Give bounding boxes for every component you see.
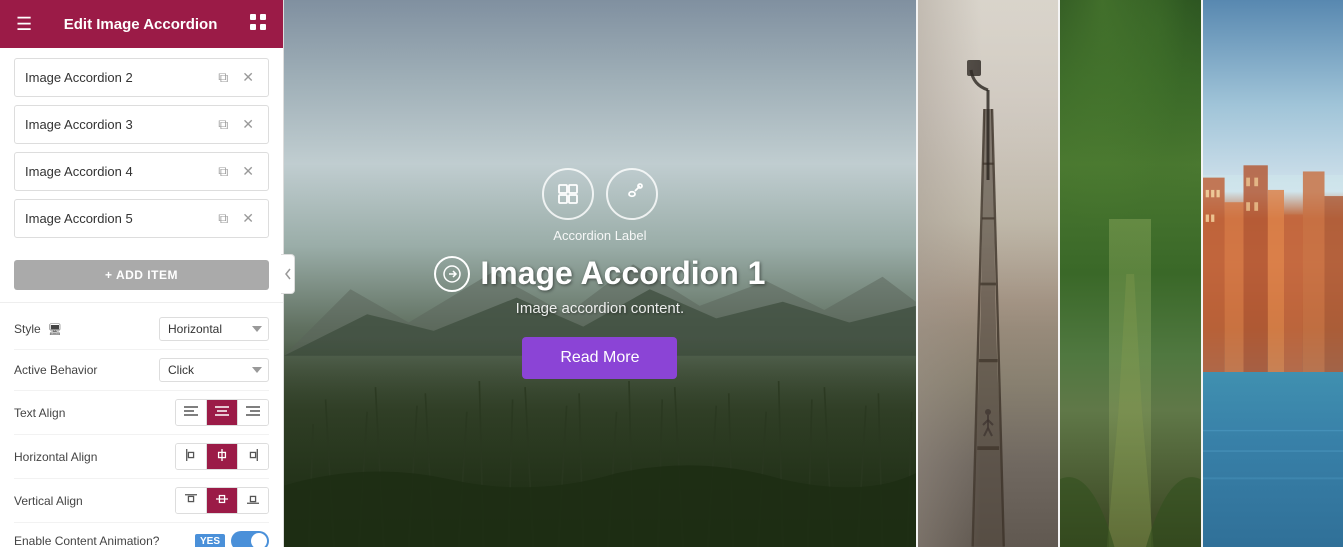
text-align-group (175, 399, 269, 426)
v-align-top-btn[interactable] (176, 488, 207, 513)
copy-btn-1[interactable]: ⧉ (214, 67, 232, 88)
v-align-bottom-btn[interactable] (238, 488, 268, 513)
panel1-content: Accordion Label Image Accordion 1 Image … (284, 0, 916, 547)
preview-panel: Accordion Label Image Accordion 1 Image … (284, 0, 1343, 547)
horizontal-align-control (175, 443, 269, 470)
left-panel: ☰ Edit Image Accordion Image Accordion 2… (0, 0, 284, 547)
accordion-item-actions-4: ⧉ ✕ (214, 208, 258, 229)
copy-btn-3[interactable]: ⧉ (214, 161, 232, 182)
animation-toggle[interactable] (231, 531, 269, 547)
horizontal-align-label: Horizontal Align (14, 450, 175, 464)
accordion-item-actions-2: ⧉ ✕ (214, 114, 258, 135)
delete-btn-4[interactable]: ✕ (238, 208, 258, 229)
style-select[interactable]: Horizontal Vertical (159, 317, 269, 341)
panel1-icon-label: Accordion Label (553, 228, 646, 243)
delete-btn-2[interactable]: ✕ (238, 114, 258, 135)
panel1-icons-row (542, 168, 658, 220)
accordion-panel-1[interactable]: Accordion Label Image Accordion 1 Image … (284, 0, 916, 547)
vertical-align-group (175, 487, 269, 514)
accordion-item-3[interactable]: Image Accordion 4 ⧉ ✕ (14, 152, 269, 191)
panel-title: Edit Image Accordion (64, 16, 218, 33)
panel1-description: Image accordion content. (516, 300, 684, 317)
accordion-panel-3[interactable] (1058, 0, 1200, 547)
panel4-buildings-svg (1203, 153, 1343, 399)
grid-icon[interactable] (249, 13, 267, 36)
accordion-item-label-2: Image Accordion 3 (25, 117, 214, 132)
delete-btn-3[interactable]: ✕ (238, 161, 258, 182)
animation-control: YES (195, 531, 269, 547)
accordion-item-label-4: Image Accordion 5 (25, 211, 214, 226)
panel1-icon-1[interactable] (542, 168, 594, 220)
accordion-item-actions-3: ⧉ ✕ (214, 161, 258, 182)
active-behavior-control: Click Hover (159, 358, 269, 382)
accordion-item-label-3: Image Accordion 4 (25, 164, 214, 179)
panel2-figure-svg (978, 408, 998, 438)
panel1-icon-2[interactable] (606, 168, 658, 220)
panel1-title-row: Image Accordion 1 (434, 255, 765, 292)
delete-btn-1[interactable]: ✕ (238, 67, 258, 88)
accordion-panels: Accordion Label Image Accordion 1 Image … (284, 0, 1343, 547)
accordion-list: Image Accordion 2 ⧉ ✕ Image Accordion 3 … (0, 48, 283, 256)
h-align-center-btn[interactable] (207, 444, 238, 469)
panel4-water-lines (1203, 410, 1343, 519)
horizontal-align-group (175, 443, 269, 470)
copy-btn-4[interactable]: ⧉ (214, 208, 232, 229)
panel1-arrow-icon[interactable] (434, 256, 470, 292)
horizontal-align-row: Horizontal Align (14, 435, 269, 479)
vertical-align-label: Vertical Align (14, 494, 175, 508)
accordion-panel-2[interactable] (916, 0, 1058, 547)
active-behavior-row: Active Behavior Click Hover (14, 350, 269, 391)
text-align-row: Text Align (14, 391, 269, 435)
panel-header: ☰ Edit Image Accordion (0, 0, 283, 48)
accordion-item-label-1: Image Accordion 2 (25, 70, 214, 85)
h-align-right-btn[interactable] (238, 444, 268, 469)
read-more-button[interactable]: Read More (522, 337, 677, 379)
collapse-handle[interactable] (281, 254, 295, 294)
text-align-label: Text Align (14, 406, 175, 420)
toggle-knob (251, 533, 267, 547)
panel4-sky (1203, 0, 1343, 175)
accordion-item-2[interactable]: Image Accordion 3 ⧉ ✕ (14, 105, 269, 144)
animation-label: Enable Content Animation? (14, 534, 195, 547)
accordion-panel-4[interactable] (1201, 0, 1343, 547)
style-label: Style 🖥 (14, 322, 159, 336)
toggle-yes-label: YES (195, 534, 225, 547)
accordion-item-1[interactable]: Image Accordion 2 ⧉ ✕ (14, 58, 269, 97)
accordion-item-4[interactable]: Image Accordion 5 ⧉ ✕ (14, 199, 269, 238)
text-align-control (175, 399, 269, 426)
vertical-align-control (175, 487, 269, 514)
accordion-item-actions-1: ⧉ ✕ (214, 67, 258, 88)
h-align-left-btn[interactable] (176, 444, 207, 469)
text-align-right-btn[interactable] (238, 400, 268, 425)
panel1-title: Image Accordion 1 (480, 255, 765, 292)
active-behavior-label: Active Behavior (14, 363, 159, 377)
style-control: Horizontal Vertical (159, 317, 269, 341)
hamburger-icon[interactable]: ☰ (16, 14, 32, 35)
settings-section: Style 🖥 Horizontal Vertical Active Behav… (0, 302, 283, 547)
text-align-left-btn[interactable] (176, 400, 207, 425)
panel3-path-svg (1060, 274, 1200, 547)
monitor-icon: 🖥 (48, 324, 62, 336)
active-behavior-select[interactable]: Click Hover (159, 358, 269, 382)
panel2-wall (918, 0, 981, 547)
v-align-middle-btn[interactable] (207, 488, 238, 513)
animation-row: Enable Content Animation? YES (14, 523, 269, 547)
copy-btn-2[interactable]: ⧉ (214, 114, 232, 135)
style-setting-row: Style 🖥 Horizontal Vertical (14, 309, 269, 350)
vertical-align-row: Vertical Align (14, 479, 269, 523)
text-align-center-btn[interactable] (207, 400, 238, 425)
add-item-button[interactable]: + ADD ITEM (14, 260, 269, 290)
